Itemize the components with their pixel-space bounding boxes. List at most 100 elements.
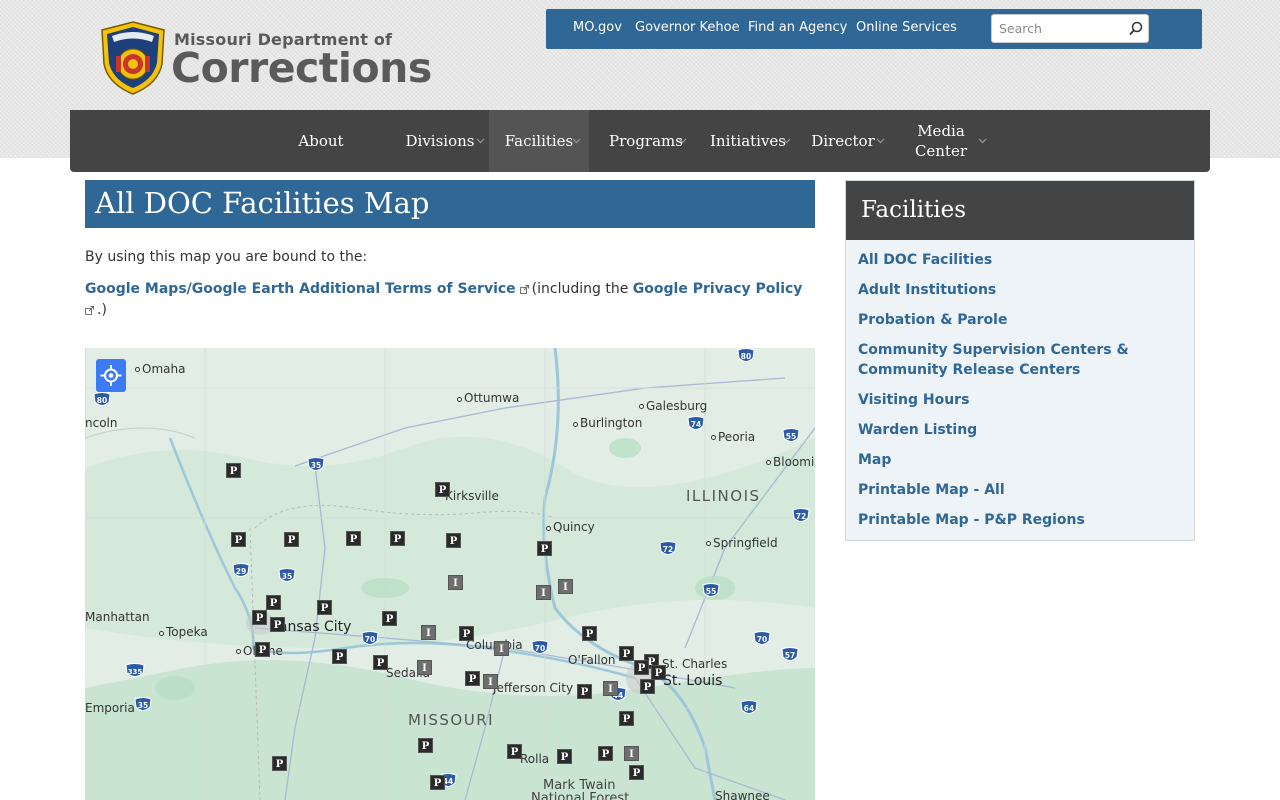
facility-marker-prison[interactable]: P	[252, 610, 267, 625]
facility-marker-institution[interactable]: I	[421, 625, 436, 640]
logo-text-line2: Corrections	[171, 44, 432, 92]
terms-text: Google Maps/Google Earth Additional Term…	[85, 279, 815, 321]
shield-number: 35	[282, 572, 292, 581]
shield-number: 35	[311, 461, 321, 470]
map-city-label: Burlington	[580, 416, 643, 430]
util-link-governor[interactable]: Governor Kehoe	[635, 20, 740, 35]
nav-label: Facilities	[504, 132, 574, 150]
nav-item-media-center[interactable]: Media Center	[896, 110, 987, 172]
map-city-label: ncoln	[85, 416, 118, 430]
shield-number: 55	[786, 432, 796, 441]
city-dot	[573, 422, 578, 427]
interstate-shield-icon: 80	[737, 348, 755, 362]
interstate-shield-icon: 70	[361, 631, 379, 645]
facility-marker-prison[interactable]: P	[577, 684, 592, 699]
recenter-location-button[interactable]	[96, 359, 126, 392]
facility-marker-prison[interactable]: P	[317, 600, 332, 615]
facility-marker-prison[interactable]: P	[619, 711, 634, 726]
facility-marker-prison[interactable]: P	[284, 532, 299, 547]
facility-marker-prison[interactable]: P	[332, 649, 347, 664]
sidebar-link-warden-listing[interactable]: Warden Listing	[858, 420, 1178, 440]
facility-marker-institution[interactable]: I	[417, 660, 432, 675]
nav-label: Initiatives	[709, 132, 787, 150]
map-city-label: Ottumwa	[464, 391, 520, 405]
nav-label: Media Center	[914, 122, 968, 160]
chevron-down-icon	[782, 138, 791, 144]
search-input[interactable]	[992, 15, 1129, 42]
facility-marker-prison[interactable]: P	[231, 532, 246, 547]
interstate-shield-icon: 72	[659, 541, 677, 555]
facility-marker-institution[interactable]: I	[603, 681, 618, 696]
map-city-label: National Forest	[531, 791, 630, 800]
crosshair-icon	[100, 365, 122, 386]
facility-marker-prison[interactable]: P	[346, 531, 361, 546]
sidebar-link-printable-map-regions[interactable]: Printable Map - P&P Regions	[858, 510, 1178, 530]
nav-item-director[interactable]: Director	[798, 110, 888, 172]
facility-marker-prison[interactable]: P	[446, 533, 461, 548]
privacy-policy-link[interactable]: Google Privacy Policy	[633, 281, 803, 297]
city-dot	[159, 631, 164, 636]
facility-marker-prison[interactable]: P	[651, 665, 666, 680]
facility-marker-prison[interactable]: P	[272, 756, 287, 771]
sidebar-link-probation-parole[interactable]: Probation & Parole	[858, 310, 1178, 330]
chevron-down-icon	[876, 138, 885, 144]
map-city-label: St. Louis	[663, 673, 723, 689]
chevron-down-icon	[678, 138, 687, 144]
facility-marker-prison[interactable]: P	[537, 541, 552, 556]
terms-of-service-link[interactable]: Google Maps/Google Earth Additional Term…	[85, 281, 516, 297]
facility-marker-prison[interactable]: P	[266, 595, 281, 610]
sidebar-link-map[interactable]: Map	[858, 450, 1178, 470]
shield-number: 70	[535, 644, 545, 653]
city-dot	[135, 367, 140, 372]
facility-marker-prison[interactable]: P	[418, 738, 433, 753]
sidebar-link-visiting-hours[interactable]: Visiting Hours	[858, 390, 1178, 410]
nav-item-initiatives[interactable]: Initiatives	[698, 110, 798, 172]
facility-marker-institution[interactable]: I	[624, 746, 639, 761]
sidebar-link-adult-institutions[interactable]: Adult Institutions	[858, 280, 1178, 300]
facility-marker-prison[interactable]: P	[619, 646, 634, 661]
facility-marker-prison[interactable]: P	[640, 679, 655, 694]
facility-marker-prison[interactable]: P	[390, 531, 405, 546]
util-link-find-agency[interactable]: Find an Agency	[748, 20, 847, 35]
search-icon[interactable]	[1128, 21, 1143, 36]
site-logo[interactable]: Missouri Department of Corrections	[98, 20, 432, 98]
city-dot	[711, 435, 716, 440]
map-city-label: Jefferson City	[493, 681, 574, 695]
facility-marker-prison[interactable]: P	[629, 765, 644, 780]
facility-marker-prison[interactable]: P	[582, 626, 597, 641]
facility-marker-prison[interactable]: P	[226, 463, 241, 478]
facility-marker-prison[interactable]: P	[465, 671, 480, 686]
facility-marker-prison[interactable]: P	[634, 660, 649, 675]
facility-marker-prison[interactable]: P	[430, 775, 445, 790]
external-link-icon	[85, 306, 94, 315]
nav-item-about[interactable]: About	[280, 110, 362, 172]
facility-marker-prison[interactable]: P	[598, 746, 613, 761]
facilities-sidebar: Facilities All DOC Facilities Adult Inst…	[845, 180, 1195, 541]
nav-item-divisions[interactable]: Divisions	[390, 110, 490, 172]
facility-marker-institution[interactable]: I	[536, 585, 551, 600]
facility-marker-prison[interactable]: P	[507, 744, 522, 759]
external-link-icon	[519, 285, 529, 294]
facilities-map[interactable]: Omaha Ottumwa Galesburg Burlington Peori…	[85, 348, 815, 800]
sidebar-link-printable-map-all[interactable]: Printable Map - All	[858, 480, 1178, 500]
shield-number: 80	[97, 396, 107, 405]
nav-item-facilities[interactable]: Facilities	[489, 110, 589, 172]
sidebar-link-community-centers[interactable]: Community Supervision Centers & Communit…	[858, 340, 1178, 380]
facility-marker-institution[interactable]: I	[494, 641, 509, 656]
facility-marker-institution[interactable]: I	[483, 674, 498, 689]
facility-marker-prison[interactable]: P	[557, 749, 572, 764]
facility-marker-prison[interactable]: P	[459, 626, 474, 641]
facility-marker-prison[interactable]: P	[435, 482, 450, 497]
facility-marker-prison[interactable]: P	[373, 655, 388, 670]
facility-marker-prison[interactable]: P	[255, 642, 270, 657]
facility-marker-institution[interactable]: I	[558, 579, 573, 594]
facility-marker-prison[interactable]: P	[270, 617, 285, 632]
util-link-online-services[interactable]: Online Services	[856, 20, 957, 35]
sidebar-link-all-facilities[interactable]: All DOC Facilities	[858, 250, 1178, 270]
map-city-label: St. Charles	[662, 657, 728, 671]
facility-marker-institution[interactable]: I	[448, 575, 463, 590]
nav-item-programs[interactable]: Programs	[596, 110, 696, 172]
map-state-label: ILLINOIS	[686, 487, 761, 505]
facility-marker-prison[interactable]: P	[382, 611, 397, 626]
util-link-mo-gov[interactable]: MO.gov	[573, 20, 622, 35]
